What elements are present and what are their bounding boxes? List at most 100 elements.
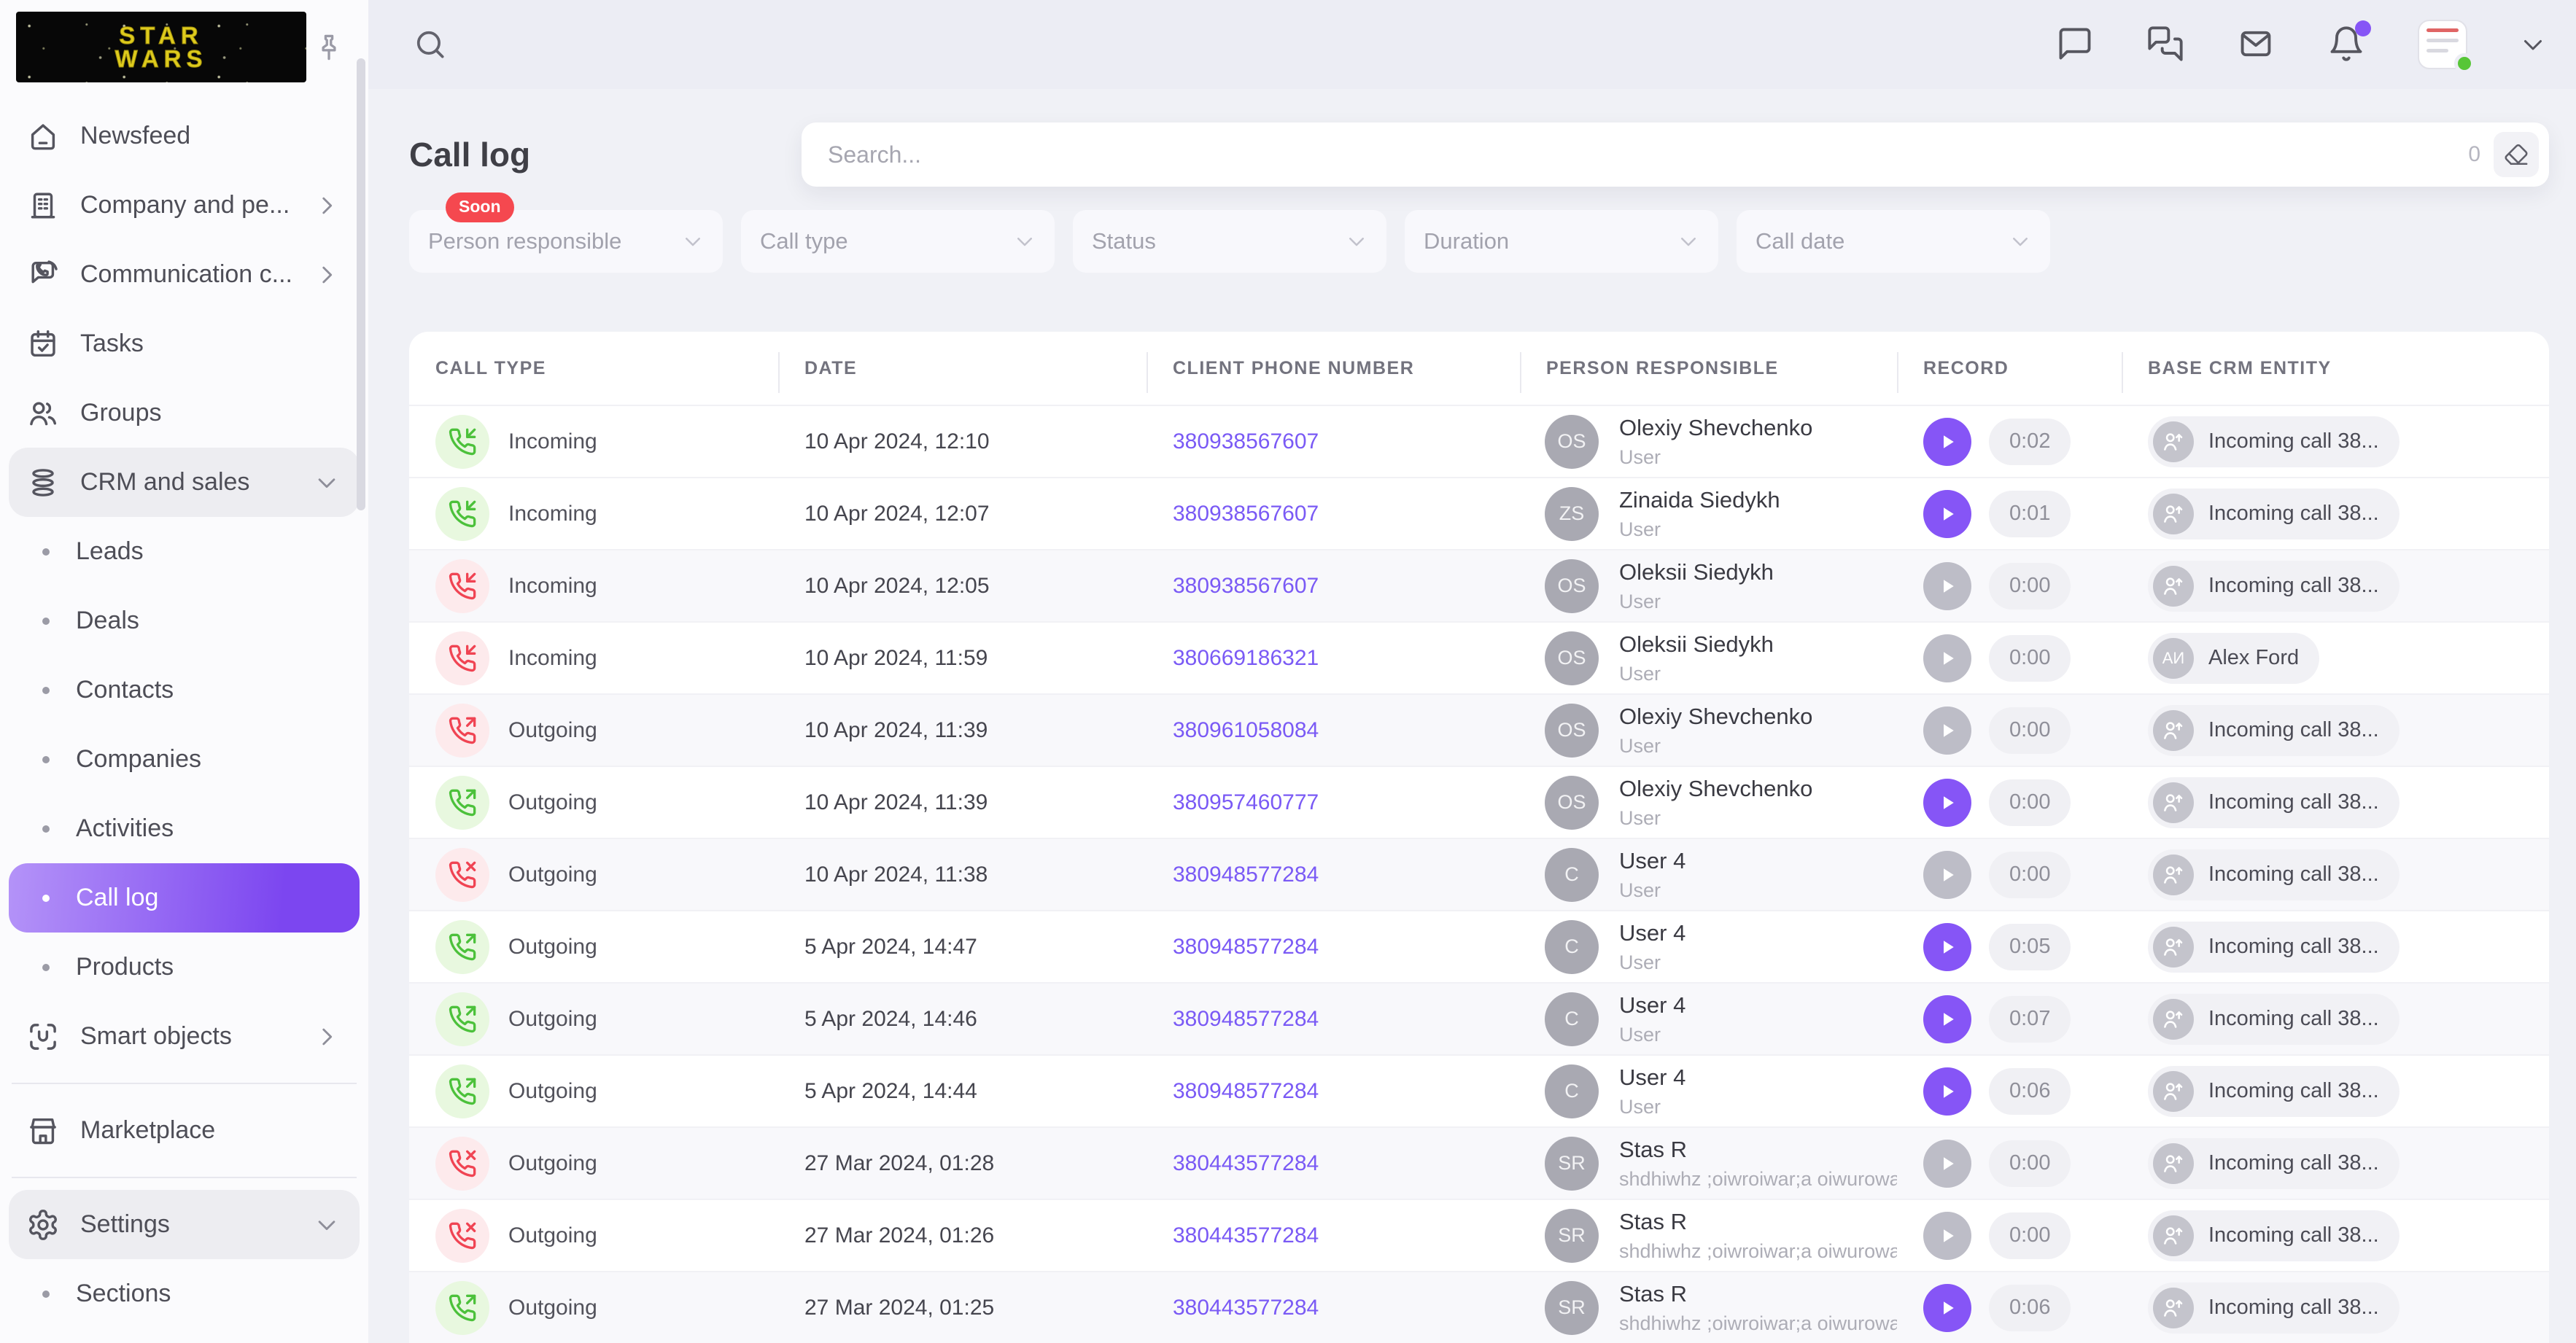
sidebar-item-communication-c[interactable]: Communication c...	[9, 240, 360, 309]
person-name: Stas R	[1619, 1137, 1897, 1163]
table-row[interactable]: Incoming 10 Apr 2024, 12:10 380938567607…	[409, 405, 2549, 477]
sidebar-scrollbar[interactable]	[357, 58, 365, 510]
crm-entity-chip[interactable]: Incoming call 38...	[2148, 994, 2400, 1045]
sidebar-item-settings[interactable]: Settings	[9, 1190, 360, 1259]
crm-entity-chip[interactable]: Incoming call 38...	[2148, 777, 2400, 828]
global-search-button[interactable]	[412, 26, 449, 63]
table-row[interactable]: Incoming 10 Apr 2024, 12:05 380938567607…	[409, 549, 2549, 621]
client-phone-link[interactable]: 380948577284	[1173, 1079, 1319, 1103]
table-row[interactable]: Outgoing 27 Mar 2024, 01:26 380443577284…	[409, 1199, 2549, 1271]
table-row[interactable]: Outgoing 5 Apr 2024, 14:47 380948577284 …	[409, 910, 2549, 982]
filter-status[interactable]: Status	[1073, 210, 1386, 273]
filter-duration[interactable]: Duration	[1405, 210, 1718, 273]
table-row[interactable]: Incoming 10 Apr 2024, 12:07 380938567607…	[409, 477, 2549, 549]
client-phone-link[interactable]: 380948577284	[1173, 935, 1319, 959]
crm-entity-chip[interactable]: Incoming call 38...	[2148, 705, 2400, 756]
table-row[interactable]: Outgoing 10 Apr 2024, 11:38 380948577284…	[409, 838, 2549, 910]
call-type-cell: Outgoing	[409, 1281, 778, 1335]
table-row[interactable]: Outgoing 10 Apr 2024, 11:39 380961058084…	[409, 693, 2549, 766]
chat-bubbles-button[interactable]	[2146, 25, 2184, 65]
crm-entity-chip[interactable]: Incoming call 38...	[2148, 1282, 2400, 1334]
sidebar-item-sections[interactable]: Sections	[9, 1259, 360, 1328]
client-phone-link[interactable]: 380948577284	[1173, 1007, 1319, 1031]
play-record-button[interactable]	[1923, 634, 1971, 682]
play-record-button[interactable]	[1923, 706, 1971, 755]
client-phone-link[interactable]: 380938567607	[1173, 574, 1319, 598]
call-type-label: Outgoing	[508, 863, 597, 887]
play-record-button[interactable]	[1923, 923, 1971, 971]
table-row[interactable]: Outgoing 27 Mar 2024, 01:25 380443577284…	[409, 1271, 2549, 1343]
client-phone-link[interactable]: 380443577284	[1173, 1223, 1319, 1247]
sidebar-item-tasks[interactable]: Tasks	[9, 309, 360, 378]
sidebar-item-smart-objects[interactable]: Smart objects	[9, 1002, 360, 1071]
client-phone-link[interactable]: 380957460777	[1173, 790, 1319, 814]
chat-bubble-button[interactable]	[2056, 25, 2094, 65]
record-duration: 0:00	[1989, 1212, 2071, 1259]
client-phone-link[interactable]: 380938567607	[1173, 429, 1319, 453]
crm-entity-chip[interactable]: Incoming call 38...	[2148, 922, 2400, 973]
phone-out-icon	[435, 1281, 489, 1335]
filter-call-type[interactable]: Call type	[741, 210, 1055, 273]
person-responsible-cell: C User 4 User	[1520, 992, 1897, 1046]
sidebar-item-marketplace[interactable]: Marketplace	[9, 1096, 360, 1165]
crm-entity-chip[interactable]: Incoming call 38...	[2148, 1066, 2400, 1117]
clear-search-button[interactable]	[2494, 132, 2539, 177]
search-input[interactable]	[828, 141, 2455, 168]
column-header-call-type: Call type	[409, 358, 778, 379]
play-record-button[interactable]	[1923, 1284, 1971, 1332]
crm-entity-chip[interactable]: Incoming call 38...	[2148, 849, 2400, 900]
sidebar-item-products[interactable]: Products	[9, 933, 360, 1002]
client-phone-link[interactable]: 380443577284	[1173, 1151, 1319, 1175]
table-row[interactable]: Incoming 10 Apr 2024, 11:59 380669186321…	[409, 621, 2549, 693]
profile-menu-button[interactable]	[2520, 31, 2546, 58]
sidebar-item-contacts[interactable]: Contacts	[9, 655, 360, 725]
play-record-button[interactable]	[1923, 490, 1971, 538]
client-phone-link[interactable]: 380948577284	[1173, 863, 1319, 887]
sidebar-item-crm-and-sales[interactable]: CRM and sales	[9, 448, 360, 517]
play-record-button[interactable]	[1923, 1067, 1971, 1116]
client-phone-link[interactable]: 380669186321	[1173, 646, 1319, 670]
sidebar-item-call-log[interactable]: Call log	[9, 863, 360, 933]
table-row[interactable]: Outgoing 10 Apr 2024, 11:39 380957460777…	[409, 766, 2549, 838]
crm-entity-chip[interactable]: Incoming call 38...	[2148, 561, 2400, 612]
avatar: SR	[1545, 1281, 1599, 1335]
sidebar-item-newsfeed[interactable]: Newsfeed	[9, 101, 360, 171]
client-phone-link[interactable]: 380443577284	[1173, 1296, 1319, 1320]
client-phone-link[interactable]: 380961058084	[1173, 718, 1319, 742]
crm-entity-chip[interactable]: Incoming call 38...	[2148, 416, 2400, 467]
filter-label: Duration	[1424, 228, 1509, 254]
play-record-button[interactable]	[1923, 995, 1971, 1043]
user-avatar[interactable]	[2418, 20, 2467, 69]
crm-entity-chip[interactable]: АИ Alex Ford	[2148, 633, 2319, 684]
play-record-button[interactable]	[1923, 1140, 1971, 1188]
client-phone-link[interactable]: 380938567607	[1173, 502, 1319, 526]
sidebar-item-companies[interactable]: Companies	[9, 725, 360, 794]
play-record-button[interactable]	[1923, 1212, 1971, 1260]
chevron-down-icon	[2009, 230, 2031, 252]
pin-sidebar-button[interactable]	[310, 28, 348, 66]
base-crm-entity-cell: Incoming call 38...	[2122, 1066, 2548, 1117]
table-row[interactable]: Outgoing 5 Apr 2024, 14:44 380948577284 …	[409, 1054, 2549, 1126]
mail-button[interactable]	[2237, 25, 2275, 65]
filter-person-responsible[interactable]: Soon Person responsible	[409, 210, 723, 273]
record-cell: 0:01	[1897, 490, 2122, 538]
crm-entity-chip[interactable]: Incoming call 38...	[2148, 488, 2400, 540]
call-date-cell: 27 Mar 2024, 01:25	[778, 1296, 1147, 1320]
play-record-button[interactable]	[1923, 562, 1971, 610]
sidebar-item-leads[interactable]: Leads	[9, 517, 360, 586]
sidebar-item-deals[interactable]: Deals	[9, 586, 360, 655]
filter-call-date[interactable]: Call date	[1737, 210, 2050, 273]
sidebar-item-company-and-pe[interactable]: Company and pe...	[9, 171, 360, 240]
table-row[interactable]: Outgoing 5 Apr 2024, 14:46 380948577284 …	[409, 982, 2549, 1054]
play-record-button[interactable]	[1923, 779, 1971, 827]
sidebar-item-groups[interactable]: Groups	[9, 378, 360, 448]
sidebar-item-activities[interactable]: Activities	[9, 794, 360, 863]
table-row[interactable]: Outgoing 27 Mar 2024, 01:28 380443577284…	[409, 1126, 2549, 1199]
play-record-button[interactable]	[1923, 851, 1971, 899]
crm-entity-chip[interactable]: Incoming call 38...	[2148, 1210, 2400, 1261]
person-subtitle: shdhiwhz ;oiwroiwar;a oiwurowa	[1619, 1168, 1897, 1191]
crm-entity-chip[interactable]: Incoming call 38...	[2148, 1138, 2400, 1189]
sidebar-divider	[12, 1083, 357, 1084]
play-record-button[interactable]	[1923, 418, 1971, 466]
notifications-bell-button[interactable]	[2327, 25, 2365, 65]
